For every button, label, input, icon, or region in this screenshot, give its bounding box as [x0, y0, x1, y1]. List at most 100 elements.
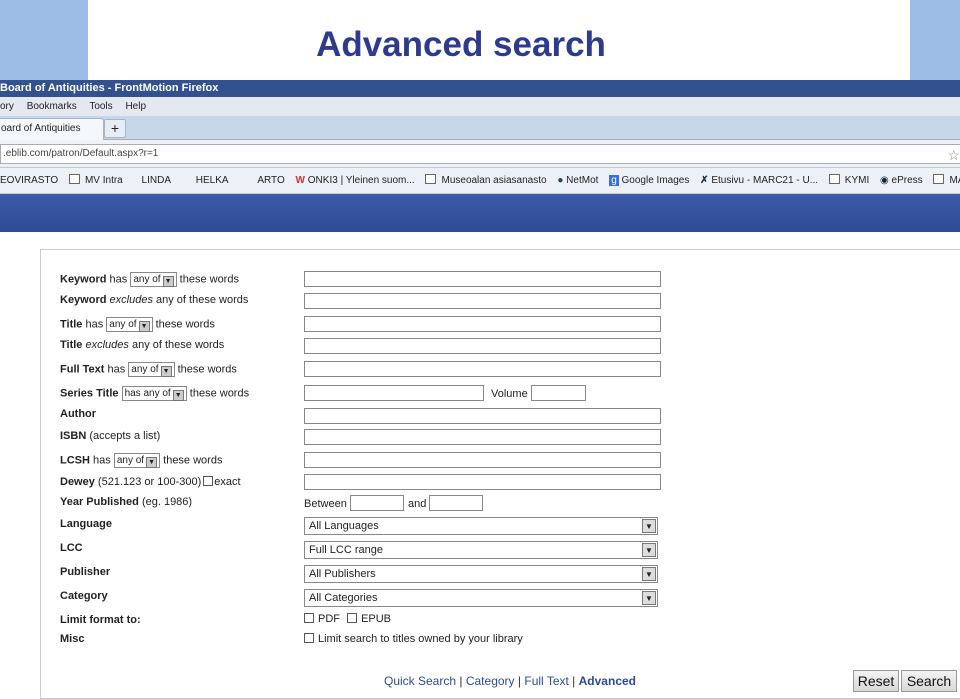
bookmark-label: KYMI: [844, 175, 870, 186]
bookmark-item[interactable]: MV Intra: [68, 168, 123, 193]
dropdown-arrow-icon: ▼: [642, 591, 656, 605]
lcc-select[interactable]: Full LCC range ▼: [304, 541, 658, 559]
marc-icon: ✗: [700, 175, 709, 186]
category-link[interactable]: Category: [466, 674, 515, 688]
field-label: Category: [60, 590, 108, 602]
bookmark-item[interactable]: KYMI: [828, 168, 870, 193]
reset-button[interactable]: Reset: [853, 670, 899, 692]
search-button[interactable]: Search: [901, 670, 957, 692]
field-label: Keyword: [60, 294, 107, 306]
publisher-select[interactable]: All Publishers ▼: [304, 565, 658, 583]
separator: |: [459, 674, 463, 688]
bookmark-item[interactable]: g Google Images: [609, 168, 690, 193]
field-label: Title: [60, 318, 83, 331]
fulltext-input[interactable]: [304, 361, 661, 377]
full-text-link[interactable]: Full Text: [524, 674, 568, 688]
format-options: PDF EPUB: [304, 613, 391, 625]
dropdown-arrow-icon: ▼: [642, 519, 656, 533]
menu-tools[interactable]: Tools: [89, 101, 112, 112]
title-excludes-input[interactable]: [304, 338, 661, 354]
owned-by-library-label: Limit search to titles owned by your lib…: [318, 633, 523, 645]
bookmark-item[interactable]: MARC 21: [933, 168, 960, 193]
bookmark-label: MV Intra: [84, 175, 123, 186]
exact-checkbox[interactable]: [203, 476, 214, 486]
series-title-input[interactable]: [304, 385, 484, 401]
url-text: .eblib.com/patron/Default.aspx?r=1: [3, 148, 159, 159]
field-label: has: [109, 273, 128, 286]
bookmark-label: Google Images: [621, 175, 690, 186]
field-label: any of these words: [156, 294, 249, 306]
keyword-mode-select[interactable]: any of ▼: [130, 272, 177, 287]
category-select[interactable]: All Categories ▼: [304, 589, 658, 607]
bookmark-item[interactable]: ARTO: [257, 168, 284, 193]
title-has-input[interactable]: [304, 316, 661, 332]
field-label: Full Text: [60, 363, 105, 376]
dropdown-arrow-icon: ▼: [172, 390, 184, 401]
category-row: Category: [60, 590, 108, 602]
and-label: and: [408, 498, 427, 510]
year-from-input[interactable]: [350, 495, 404, 511]
bookmark-item[interactable]: ◉ ePress: [880, 168, 923, 193]
advanced-link[interactable]: Advanced: [579, 674, 636, 688]
bookmark-item[interactable]: EOVIRASTO: [0, 168, 58, 193]
keyword-has-input[interactable]: [304, 271, 661, 287]
keyword-has-row: Keyword has any of ▼ these words: [60, 272, 239, 287]
tab-board-of-antiquities[interactable]: oard of Antiquities: [0, 118, 104, 140]
dropdown-arrow-icon: ▼: [162, 276, 174, 287]
field-label: has: [93, 454, 111, 467]
bookmark-label: ePress: [891, 175, 923, 186]
slide-title: Advanced search: [316, 25, 606, 64]
menu-bookmarks[interactable]: Bookmarks: [27, 101, 77, 112]
author-row: Author: [60, 408, 96, 420]
bookmarks-toolbar: EOVIRASTO MV Intra LINDA HELKA ARTO W ON…: [0, 168, 960, 194]
dewey-input[interactable]: [304, 474, 661, 490]
bookmark-label: MARC 21: [949, 175, 960, 186]
language-select[interactable]: All Languages ▼: [304, 517, 658, 535]
bookmark-item[interactable]: Museoalan asiasanasto: [425, 168, 547, 193]
keyword-excludes-row: Keyword excludes any of these words: [60, 294, 248, 306]
fulltext-mode-select[interactable]: any of ▼: [128, 362, 175, 377]
bookmark-item[interactable]: W ONKI3 | Yleinen suom...: [296, 168, 415, 193]
star-icon[interactable]: ☆: [947, 146, 960, 164]
bookmark-item[interactable]: ● NetMot: [557, 168, 599, 193]
field-label: Misc: [60, 633, 85, 645]
title-mode-select[interactable]: any of ▼: [106, 317, 153, 332]
field-label: excludes: [109, 294, 153, 306]
bookmark-item[interactable]: HELKA: [196, 168, 229, 193]
year-to-input[interactable]: [429, 495, 483, 511]
epub-checkbox[interactable]: [347, 613, 358, 623]
lcsh-input[interactable]: [304, 452, 661, 468]
new-tab-button[interactable]: +: [104, 119, 126, 138]
bookmark-label: Museoalan asiasanasto: [441, 175, 547, 186]
separator: |: [517, 674, 522, 688]
bookmark-label: NetMot: [566, 175, 599, 186]
menu-help[interactable]: Help: [125, 101, 146, 112]
select-value: any of: [116, 455, 145, 466]
bookmark-item[interactable]: LINDA: [142, 168, 171, 193]
lcsh-row: LCSH has any of ▼ these words: [60, 453, 222, 468]
keyword-excludes-input[interactable]: [304, 293, 661, 309]
dropdown-arrow-icon: ▼: [642, 543, 656, 557]
select-value: any of: [131, 364, 159, 375]
pdf-checkbox[interactable]: [304, 613, 314, 623]
isbn-input[interactable]: [304, 429, 661, 445]
dropdown-arrow-icon: ▼: [160, 366, 172, 377]
menu-history[interactable]: ory: [0, 101, 14, 112]
page-icon: [828, 174, 840, 184]
select-value: has any of: [124, 388, 171, 399]
quick-search-link[interactable]: Quick Search: [384, 674, 456, 688]
field-label: Year Published: [60, 496, 139, 508]
series-mode-select[interactable]: has any of ▼: [121, 386, 187, 401]
between-label: Between: [304, 498, 347, 510]
bookmark-item[interactable]: ✗ Etusivu - MARC21 - U...: [700, 168, 818, 193]
url-field[interactable]: .eblib.com/patron/Default.aspx?r=1 ☆: [0, 144, 960, 164]
lcc-row: LCC: [60, 542, 83, 554]
volume-input[interactable]: [531, 385, 586, 401]
author-input[interactable]: [304, 408, 661, 424]
lcsh-mode-select[interactable]: any of ▼: [113, 453, 161, 468]
select-value: any of: [109, 319, 137, 330]
owned-by-library-checkbox[interactable]: [304, 633, 314, 643]
language-row: Language: [60, 518, 112, 530]
field-label: Series Title: [60, 387, 119, 400]
publisher-row: Publisher: [60, 566, 110, 578]
